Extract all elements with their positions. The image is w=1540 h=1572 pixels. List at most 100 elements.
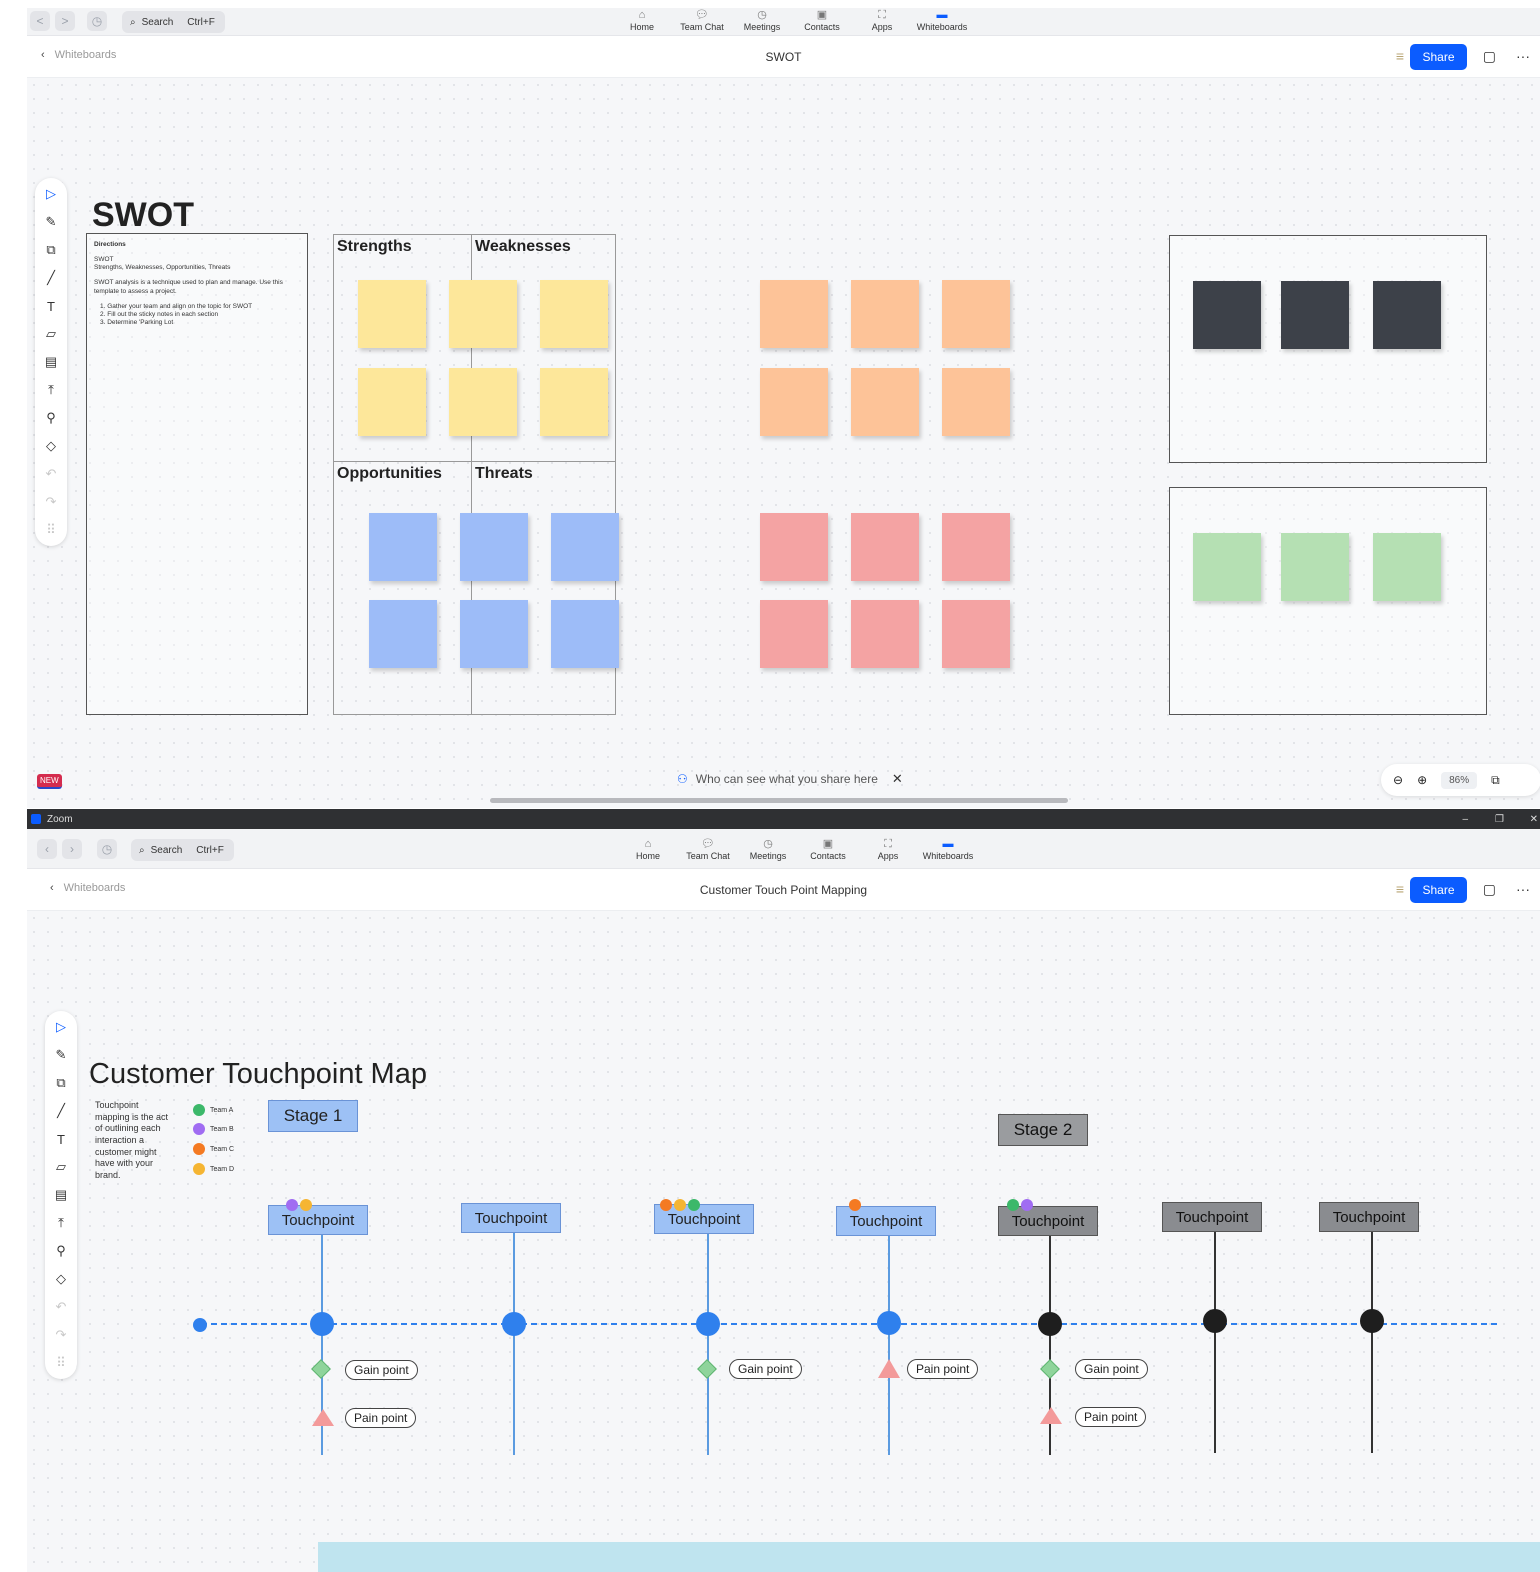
undo-icon[interactable]: ↶ [41, 464, 61, 484]
template-tool-icon[interactable]: ▤ [51, 1185, 71, 1205]
zoom-out-icon[interactable]: ⊖ [1393, 773, 1403, 787]
more-options-icon[interactable]: ··· [1516, 48, 1530, 64]
more-tools-icon[interactable]: ⚲ [41, 408, 61, 428]
present-icon[interactable]: ≡ [1396, 48, 1404, 64]
sticky-note[interactable] [760, 280, 828, 348]
select-tool-icon[interactable]: ▷ [51, 1017, 71, 1037]
zoom-level[interactable]: 86% [1441, 771, 1478, 789]
touchpoint-card[interactable]: Touchpoint [268, 1205, 368, 1235]
close-icon[interactable]: ✕ [892, 771, 903, 787]
sticky-note[interactable] [1373, 281, 1441, 349]
sticky-note[interactable] [460, 600, 528, 668]
text-tool-icon[interactable]: T [41, 296, 61, 316]
template-tool-icon[interactable]: ▤ [41, 352, 61, 372]
minimize-icon[interactable]: – [1462, 814, 1468, 825]
more-options-icon[interactable]: ··· [1516, 881, 1530, 897]
pain-point-label[interactable]: Pain point [345, 1408, 417, 1428]
sticky-note-tool-icon[interactable]: ▱ [41, 324, 61, 344]
pain-point-label[interactable]: Pain point [907, 1359, 979, 1379]
search-box[interactable]: ⌕ Search Ctrl+F [131, 839, 234, 861]
sticky-note-tool-icon[interactable]: ▱ [51, 1157, 71, 1177]
nav-home[interactable]: ⌂ Home [618, 837, 678, 865]
sticky-note[interactable] [942, 368, 1010, 436]
sticky-note[interactable] [540, 280, 608, 348]
text-tool-icon[interactable]: T [51, 1129, 71, 1149]
upload-tool-icon[interactable]: ⤒ [51, 1213, 71, 1233]
nav-contacts[interactable]: ▣ Contacts [792, 8, 852, 36]
line-tool-icon[interactable]: ╱ [41, 268, 61, 288]
forward-arrow-button[interactable]: > [55, 11, 75, 31]
zoom-in-icon[interactable]: ⊕ [1417, 773, 1427, 787]
back-arrow-button[interactable]: ‹ [37, 839, 57, 859]
shapes-tool-icon[interactable]: ⧉ [51, 1073, 71, 1093]
search-box[interactable]: ⌕ Search Ctrl+F [122, 11, 225, 33]
nav-team-chat[interactable]: 💬︎ Team Chat [672, 8, 732, 36]
history-button[interactable]: ◷ [87, 11, 107, 31]
nav-apps[interactable]: ⛶ Apps [852, 8, 912, 36]
redo-icon[interactable]: ↷ [41, 492, 61, 512]
sticky-note[interactable] [1281, 281, 1349, 349]
shapes-tool-icon[interactable]: ⧉ [41, 240, 61, 260]
more-tools-icon[interactable]: ⚲ [51, 1241, 71, 1261]
sticky-note[interactable] [760, 513, 828, 581]
sticky-note[interactable] [460, 513, 528, 581]
nav-contacts[interactable]: ▣ Contacts [798, 837, 858, 865]
nav-team-chat[interactable]: 💬︎ Team Chat [678, 837, 738, 865]
whiteboard-canvas[interactable]: ▷ ✎ ⧉ ╱ T ▱ ▤ ⤒ ⚲ ◇ ↶ ↷ ⠿ SWOT Direction… [27, 78, 1540, 808]
nav-meetings[interactable]: ◷ Meetings [738, 837, 798, 865]
select-tool-icon[interactable]: ▷ [41, 184, 61, 204]
redo-icon[interactable]: ↷ [51, 1325, 71, 1345]
share-button[interactable]: Share [1410, 44, 1467, 70]
sticky-note[interactable] [449, 280, 517, 348]
sticky-note[interactable] [1281, 533, 1349, 601]
sticky-note[interactable] [1193, 281, 1261, 349]
restore-icon[interactable]: ❐ [1495, 814, 1504, 825]
touchpoint-card[interactable]: Touchpoint [461, 1203, 561, 1233]
pain-point-label[interactable]: Pain point [1075, 1407, 1147, 1427]
sticky-note[interactable] [1193, 533, 1261, 601]
present-icon[interactable]: ≡ [1396, 881, 1404, 897]
close-window-icon[interactable]: ✕ [1530, 814, 1538, 825]
sticky-note[interactable] [942, 280, 1010, 348]
gain-point-label[interactable]: Gain point [1075, 1359, 1148, 1379]
sticky-note[interactable] [358, 280, 426, 348]
sticky-note[interactable] [851, 600, 919, 668]
touchpoint-card[interactable]: Touchpoint [1319, 1202, 1419, 1232]
sticky-note[interactable] [540, 368, 608, 436]
touchpoint-card[interactable]: Touchpoint [836, 1206, 936, 1236]
whiteboard-canvas[interactable]: ▷ ✎ ⧉ ╱ T ▱ ▤ ⤒ ⚲ ◇ ↶ ↷ ⠿ Customer Touch… [27, 911, 1540, 1572]
stage-1-label[interactable]: Stage 1 [268, 1100, 358, 1132]
sticky-note[interactable] [942, 513, 1010, 581]
comment-icon[interactable]: ▢ [1483, 881, 1496, 898]
sticky-note[interactable] [369, 513, 437, 581]
sticky-note[interactable] [760, 600, 828, 668]
sticky-note[interactable] [851, 513, 919, 581]
pen-tool-icon[interactable]: ✎ [51, 1045, 71, 1065]
back-arrow-button[interactable]: < [30, 11, 50, 31]
pen-tool-icon[interactable]: ✎ [41, 212, 61, 232]
sticky-note[interactable] [942, 600, 1010, 668]
touchpoint-card[interactable]: Touchpoint [1162, 1202, 1262, 1232]
nav-home[interactable]: ⌂ Home [612, 8, 672, 36]
sticky-note[interactable] [851, 368, 919, 436]
share-button[interactable]: Share [1410, 877, 1467, 903]
sticky-note[interactable] [358, 368, 426, 436]
history-button[interactable]: ◷ [97, 839, 117, 859]
sticky-note[interactable] [1373, 533, 1441, 601]
drag-handle-icon[interactable]: ⠿ [41, 520, 61, 540]
eraser-tool-icon[interactable]: ◇ [41, 436, 61, 456]
eraser-tool-icon[interactable]: ◇ [51, 1269, 71, 1289]
nav-whiteboards[interactable]: ▬ Whiteboards [912, 8, 972, 36]
comment-icon[interactable]: ▢ [1483, 48, 1496, 65]
upload-tool-icon[interactable]: ⤒ [41, 380, 61, 400]
gain-point-label[interactable]: Gain point [345, 1360, 418, 1380]
sticky-note[interactable] [851, 280, 919, 348]
forward-arrow-button[interactable]: › [62, 839, 82, 859]
minimap-icon[interactable]: ⧉ [1491, 773, 1500, 788]
nav-whiteboards[interactable]: ▬ Whiteboards [918, 837, 978, 865]
undo-icon[interactable]: ↶ [51, 1297, 71, 1317]
nav-apps[interactable]: ⛶ Apps [858, 837, 918, 865]
sticky-note[interactable] [551, 513, 619, 581]
line-tool-icon[interactable]: ╱ [51, 1101, 71, 1121]
sticky-note[interactable] [551, 600, 619, 668]
